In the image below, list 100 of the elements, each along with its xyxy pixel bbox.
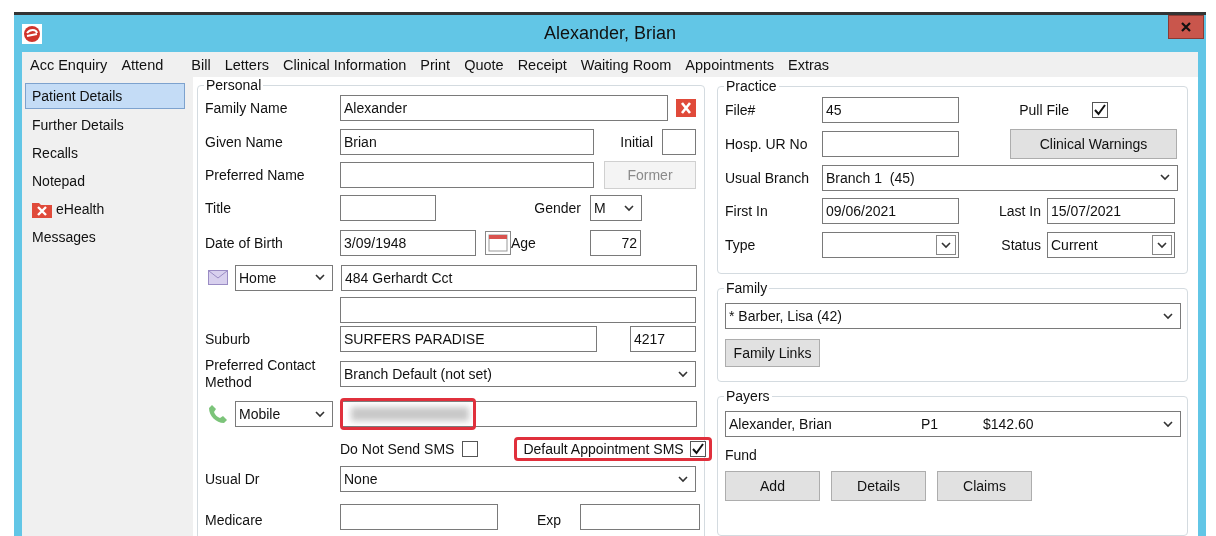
menu-item[interactable]: Quote (458, 56, 512, 73)
field-label: Gender (533, 200, 582, 216)
close-button[interactable] (1168, 14, 1204, 39)
chevron-icon (624, 204, 634, 212)
field-label: Usual Branch (725, 169, 811, 186)
sidebar-item[interactable]: Further Details (25, 111, 185, 139)
chevron-icon (315, 274, 325, 281)
type-dropdown[interactable] (822, 231, 959, 258)
checkbox[interactable] (689, 441, 706, 457)
close-icon (676, 98, 696, 117)
field-label: Suburb (205, 331, 252, 347)
payer-amount: $142.60 (983, 416, 1035, 432)
usual-doctor-dropdown[interactable]: None (340, 466, 696, 492)
field-label: Type (725, 236, 757, 253)
status-dropdown[interactable]: Current (1047, 231, 1175, 258)
clinical-warnings-button[interactable]: Clinical Warnings (1010, 128, 1177, 159)
gender-dropdown[interactable]: M (590, 195, 642, 221)
close-icon (1180, 20, 1192, 33)
family-links-button[interactable]: Family Links (725, 339, 820, 367)
chevron-icon (678, 370, 688, 378)
menu-item[interactable]: Extras (782, 56, 838, 73)
field-label: Medicare (205, 512, 264, 530)
chevron-icon (1160, 174, 1170, 181)
date-of-birth-field[interactable]: 3/09/1948 (340, 229, 476, 256)
age-field[interactable]: 72 (590, 229, 641, 256)
expiry-field[interactable] (580, 504, 700, 530)
menu-item[interactable]: Bill (185, 56, 219, 73)
sidebar-item[interactable]: Recalls (25, 139, 185, 167)
checkbox[interactable] (462, 441, 479, 457)
last-in-field[interactable]: 15/07/2021 (1047, 197, 1175, 224)
calendar-icon[interactable] (485, 230, 511, 255)
field-label: Family Name (205, 99, 289, 116)
sidebar-item[interactable]: Patient Details (25, 83, 185, 109)
hospital-ur-field[interactable] (822, 130, 959, 157)
menu-item[interactable]: Letters (218, 56, 277, 73)
address-line-field[interactable]: 484 Gerhardt Cct (341, 264, 697, 291)
checkbox[interactable] (1092, 101, 1108, 118)
field-label: Initial (619, 133, 654, 150)
chevron-icon (1163, 312, 1173, 320)
field-label: Fund (725, 447, 758, 465)
family-name-field[interactable]: Alexander (340, 94, 668, 121)
app-logo-icon (22, 23, 42, 44)
given-name-field[interactable]: Brian (340, 128, 594, 155)
menu-item[interactable]: Appointments (679, 56, 782, 73)
phone-type-dropdown[interactable]: Mobile (235, 401, 333, 427)
medicare-field[interactable] (340, 504, 498, 530)
field-label: Preferred Contact Method (205, 357, 317, 391)
address-line-field[interactable] (340, 296, 696, 323)
postcode-field[interactable]: 4217 (630, 326, 696, 352)
sidebar-item[interactable]: eHealth (25, 195, 185, 223)
group-title: Personal (204, 77, 264, 93)
phone-number-field[interactable] (341, 401, 697, 427)
suburb-field[interactable]: SURFERS PARADISE (340, 326, 597, 352)
sidebar-item[interactable]: Notepad (25, 167, 185, 195)
family-member-dropdown[interactable]: * Barber, Lisa (42) (725, 303, 1181, 329)
chevron-icon (1163, 420, 1173, 428)
field-label: File# (725, 101, 757, 118)
preferred-name-field[interactable] (340, 161, 594, 188)
envelope-icon (208, 270, 228, 285)
sidebar-item[interactable]: Messages (25, 223, 185, 251)
chevron-icon (1152, 234, 1172, 255)
checkbox-label: Do Not Send SMS (340, 441, 455, 457)
group-title: Family (724, 280, 770, 296)
field-label: Date of Birth (205, 234, 284, 251)
phone-icon (208, 404, 228, 424)
menu-item[interactable]: Acc Enquiry (24, 56, 116, 73)
folder-x-icon (32, 200, 52, 218)
field-label: Exp (535, 512, 562, 530)
group-title: Practice (724, 78, 779, 94)
chevron-icon (678, 475, 688, 483)
usual-branch-dropdown[interactable]: Branch 1 (45) (822, 164, 1178, 191)
field-label: First In (725, 202, 769, 219)
window-title: Alexander, Brian (543, 23, 677, 44)
menu-item[interactable]: Receipt (511, 56, 575, 73)
fund-button[interactable]: Details (831, 471, 926, 501)
initial-field[interactable] (662, 128, 696, 155)
field-label: Pull File (1018, 101, 1070, 118)
title-field[interactable] (340, 195, 436, 221)
chevron-icon (936, 234, 956, 255)
field-label: Hosp. UR No (725, 135, 809, 152)
file-number-field[interactable]: 45 (822, 96, 959, 123)
group-title: Payers (724, 388, 772, 404)
field-label: Status (1000, 236, 1042, 253)
field-label: Title (205, 200, 232, 216)
payer-name: Alexander, Brian (729, 416, 833, 432)
field-label: Preferred Name (205, 166, 306, 183)
menu-item[interactable]: Print (414, 56, 459, 73)
field-label: Last In (997, 202, 1042, 219)
field-label: Given Name (205, 133, 284, 150)
first-in-field[interactable]: 09/06/2021 (822, 197, 959, 224)
menu-item[interactable]: Waiting Room (574, 56, 680, 73)
menu-item[interactable]: Attend (115, 56, 172, 73)
contact-method-dropdown[interactable]: Branch Default (not set) (340, 361, 696, 387)
chevron-icon (315, 410, 325, 418)
address-type-dropdown[interactable]: Home (235, 264, 333, 291)
menu-item[interactable]: Clinical Information (277, 56, 415, 73)
fund-button[interactable]: Claims (937, 471, 1032, 501)
payer-dropdown[interactable]: Alexander, Brian P1 $142.60 (725, 411, 1181, 437)
fund-button[interactable]: Add (725, 471, 820, 501)
field-label: Age (511, 234, 537, 251)
